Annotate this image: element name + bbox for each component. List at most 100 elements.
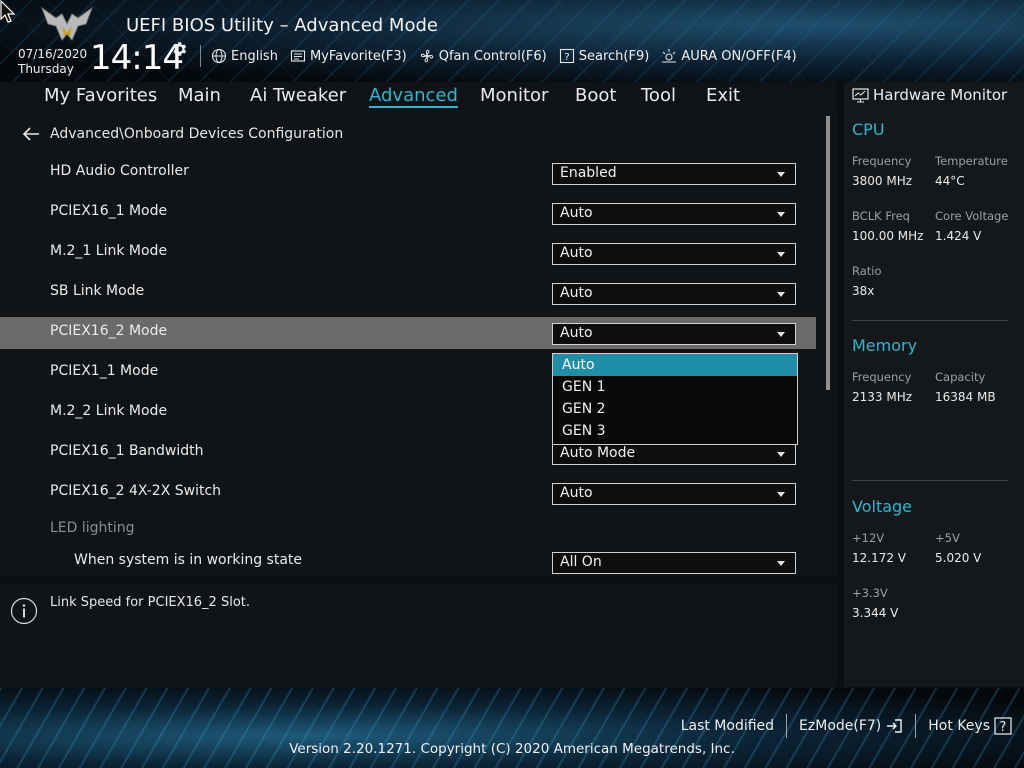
setting-select[interactable]: All On (552, 552, 796, 574)
hw-cpu-heading: CPU (852, 120, 885, 139)
select-value: Auto (560, 485, 593, 501)
hot-keys-label: Hot Keys (928, 718, 990, 734)
settings-scrollbar[interactable] (826, 116, 830, 390)
caret-down-icon (777, 292, 785, 297)
caret-down-icon (777, 212, 785, 217)
date-display: 07/16/2020 Thursday (18, 47, 87, 77)
setting-label: M.2_1 Link Mode (50, 243, 168, 259)
setting-select[interactable]: Auto Mode (552, 443, 796, 465)
select-value: Auto (560, 325, 593, 341)
date-text: 07/16/2020 (18, 47, 88, 61)
setting-row-pciex16-2-switch[interactable]: PCIEX16_2 4X-2X Switch Auto (0, 477, 816, 509)
tab-main[interactable]: Main (178, 85, 221, 106)
qfan-control-button[interactable]: Qfan Control(F6) (419, 48, 547, 64)
footer-actions: Last Modified EzMode(F7) Hot Keys ? (681, 714, 1012, 738)
exit-arrow-icon (887, 719, 902, 733)
hw-mem-frequency-label: Frequency (852, 370, 912, 384)
aura-toggle-button[interactable]: AURA ON/OFF(F4) (661, 48, 797, 64)
ezmode-button[interactable]: EzMode(F7) (799, 717, 903, 735)
back-arrow-icon[interactable] (22, 127, 40, 141)
hardware-monitor-panel: Hardware Monitor CPU Frequency Temperatu… (844, 82, 1024, 687)
hardware-monitor-title: Hardware Monitor (852, 86, 1007, 104)
tuf-logo-icon (40, 6, 94, 41)
caret-down-icon (777, 452, 785, 457)
setting-select[interactable]: Auto (552, 203, 796, 225)
caret-down-icon (777, 172, 785, 177)
setting-select[interactable]: Auto (552, 323, 796, 345)
tab-tool[interactable]: Tool (641, 85, 676, 106)
hw-cpu-frequency: 3800 MHz (852, 174, 913, 188)
footer-divider (915, 714, 917, 738)
hw-divider (852, 480, 1008, 481)
monitor-icon (852, 87, 869, 102)
search-button[interactable]: ? Search(F9) (559, 48, 649, 64)
tab-exit[interactable]: Exit (706, 85, 740, 106)
breadcrumb-path: Advanced\Onboard Devices Configuration (50, 126, 344, 142)
myfavorite-label: MyFavorite(F3) (309, 48, 407, 64)
hw-mem-frequency: 2133 MHz (852, 390, 913, 404)
pciex16-2-mode-dropdown[interactable]: Auto GEN 1 GEN 2 GEN 3 (552, 353, 798, 445)
select-value: Auto (560, 285, 593, 301)
settings-panel: Advanced\Onboard Devices Configuration H… (0, 112, 837, 576)
qfan-control-label: Qfan Control(F6) (438, 48, 547, 64)
setting-select[interactable]: Auto (552, 243, 796, 265)
select-value: All On (560, 554, 602, 570)
select-value: Auto (560, 205, 593, 221)
tab-advanced[interactable]: Advanced (369, 85, 458, 108)
setting-label: PCIEX16_2 4X-2X Switch (50, 483, 222, 499)
setting-row-pciex16-1-mode[interactable]: PCIEX16_1 Mode Auto (0, 197, 816, 229)
svg-text:?: ? (564, 52, 569, 63)
hw-core-voltage-label: Core Voltage (935, 209, 1009, 223)
tab-my-favorites[interactable]: My Favorites (44, 85, 157, 106)
section-led-lighting: LED lighting (0, 514, 816, 546)
caret-down-icon (777, 561, 785, 566)
setting-select[interactable]: Enabled (552, 163, 796, 185)
language-label: English (231, 48, 278, 64)
dropdown-option-gen2[interactable]: GEN 2 (553, 398, 797, 420)
setting-select[interactable]: Auto (552, 483, 796, 505)
hw-title-text: Hardware Monitor (873, 86, 1008, 104)
dropdown-option-auto[interactable]: Auto (553, 354, 797, 376)
setting-row-hd-audio[interactable]: HD Audio Controller Enabled (0, 157, 816, 189)
search-icon: ? (559, 48, 574, 64)
top-toolbar: English MyFavorite(F3) Qfan Control(F6) … (198, 45, 809, 67)
app-title: UEFI BIOS Utility – Advanced Mode (126, 15, 438, 36)
hw-cpu-temperature-label: Temperature (935, 154, 1008, 168)
info-icon (10, 597, 38, 625)
footer-divider (786, 714, 788, 738)
dropdown-option-gen1[interactable]: GEN 1 (553, 376, 797, 398)
setting-row-working-state[interactable]: When system is in working state All On (0, 546, 816, 576)
setting-select[interactable]: Auto (552, 283, 796, 305)
hw-cpu-frequency-label: Frequency (852, 154, 912, 168)
toolbar-divider (200, 45, 201, 67)
setting-label: PCIEX1_1 Mode (50, 363, 159, 379)
main-nav: My Favorites Main Ai Tweaker Advanced Mo… (0, 82, 837, 112)
hw-cpu-temperature: 44°C (935, 174, 965, 188)
hw-5v: 5.020 V (935, 551, 982, 565)
hw-core-voltage: 1.424 V (935, 229, 982, 243)
help-panel: Link Speed for PCIEX16_2 Slot. (0, 583, 837, 687)
hw-voltage-heading: Voltage (852, 497, 913, 516)
hw-mem-capacity: 16384 MB (935, 390, 996, 404)
tab-ai-tweaker[interactable]: Ai Tweaker (250, 85, 346, 106)
tab-monitor[interactable]: Monitor (480, 85, 548, 106)
ezmode-label: EzMode(F7) (799, 718, 882, 734)
hw-bclk-label: BCLK Freq (852, 209, 910, 223)
setting-label: PCIEX16_1 Bandwidth (50, 443, 204, 459)
caret-down-icon (777, 492, 785, 497)
myfavorite-button[interactable]: MyFavorite(F3) (290, 48, 407, 64)
setting-row-m2-1-link-mode[interactable]: M.2_1 Link Mode Auto (0, 237, 816, 269)
dropdown-option-gen3[interactable]: GEN 3 (553, 420, 797, 442)
hot-keys-button[interactable]: Hot Keys ? (928, 717, 1012, 735)
tab-boot[interactable]: Boot (575, 85, 616, 106)
caret-down-icon (777, 252, 785, 257)
language-button[interactable]: English (211, 48, 278, 64)
setting-row-sb-link-mode[interactable]: SB Link Mode Auto (0, 277, 816, 309)
setting-label: PCIEX16_2 Mode (50, 323, 168, 339)
gear-icon[interactable] (170, 40, 188, 58)
last-modified-button[interactable]: Last Modified (681, 718, 774, 734)
hw-ratio-label: Ratio (852, 264, 882, 278)
setting-label: SB Link Mode (50, 283, 145, 299)
setting-label: PCIEX16_1 Mode (50, 203, 168, 219)
setting-row-pciex16-2-mode[interactable]: PCIEX16_2 Mode Auto (0, 317, 816, 349)
